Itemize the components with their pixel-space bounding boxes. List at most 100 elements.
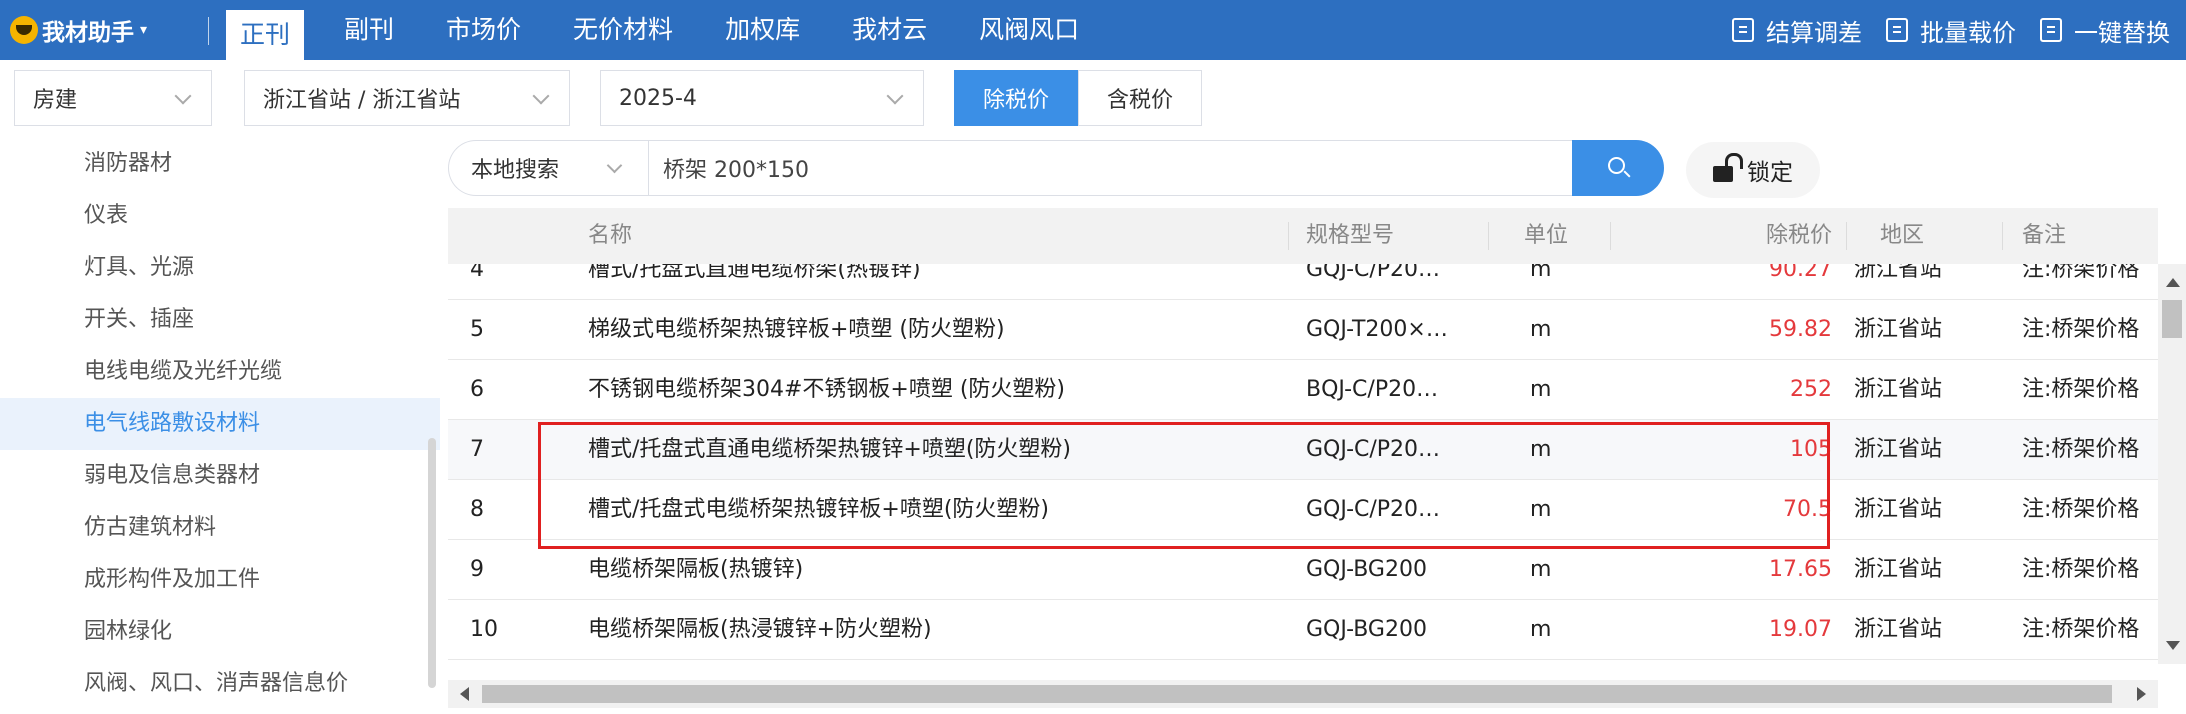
- table-body: 4 槽式/托盘式直通电缆桥架(热镀锌) GQJ-C/P20… m 90.27 浙…: [448, 264, 2158, 664]
- column-divider: [1610, 222, 1611, 250]
- spec-model: GQJ-C/P20…: [1306, 264, 1441, 282]
- toolbar: 结算调差 批量载价 一键替换: [1708, 0, 2170, 60]
- sidebar-item-fire-equipment[interactable]: 消防器材: [0, 138, 440, 190]
- spec-model: BQJ-C/P20…: [1306, 377, 1439, 402]
- nav-tab-weighted-library[interactable]: 加权库: [713, 0, 812, 60]
- sidebar-scrollbar[interactable]: [428, 438, 436, 688]
- price: 252: [1790, 377, 1832, 402]
- sidebar-item-instruments[interactable]: 仪表: [0, 190, 440, 242]
- scroll-left-icon[interactable]: [460, 687, 469, 701]
- table-vertical-scrollbar[interactable]: [2158, 264, 2186, 664]
- nav-tab-unpriced-materials[interactable]: 无价材料: [561, 0, 685, 60]
- nav-tab-fukan[interactable]: 副刊: [332, 0, 406, 60]
- table-row[interactable]: 4 槽式/托盘式直通电缆桥架(热镀锌) GQJ-C/P20… m 90.27 浙…: [448, 264, 2158, 300]
- table-row[interactable]: 8 槽式/托盘式电缆桥架热镀锌板+喷塑(防火塑粉) GQJ-C/P20… m 7…: [448, 480, 2158, 540]
- nav-tab-dampers-vents[interactable]: 风阀风口: [967, 0, 1091, 60]
- region-value: 浙江省站 / 浙江省站: [263, 88, 461, 113]
- replace-icon: [2040, 18, 2062, 42]
- sidebar-item-formed-components[interactable]: 成形构件及加工件: [0, 554, 440, 606]
- column-header-region[interactable]: 地区: [1880, 208, 1924, 264]
- batch-load-icon: [1886, 18, 1908, 42]
- spec-model: GQJ-T200×…: [1306, 317, 1448, 342]
- region: 浙江省站: [1854, 377, 1943, 402]
- column-divider: [1846, 222, 1847, 250]
- column-divider: [1288, 222, 1289, 250]
- scroll-up-icon[interactable]: [2166, 278, 2180, 287]
- brand-name: 我材助手: [42, 20, 134, 46]
- scroll-down-icon[interactable]: [2166, 641, 2180, 650]
- column-header-name[interactable]: 名称: [588, 208, 632, 264]
- category-select[interactable]: 房建: [14, 70, 212, 126]
- note: 注:桥架价格: [2022, 437, 2140, 462]
- column-header-note[interactable]: 备注: [2022, 208, 2066, 264]
- region: 浙江省站: [1854, 497, 1943, 522]
- tax-included-button[interactable]: 含税价: [1078, 70, 1203, 126]
- note: 注:桥架价格: [2022, 264, 2140, 282]
- table-row[interactable]: 10 电缆桥架隔板(热浸镀锌+防火塑粉) GQJ-BG200 m 19.07 浙…: [448, 600, 2158, 660]
- sidebar-item-dampers-info[interactable]: 风阀、风口、消声器信息价: [0, 658, 440, 710]
- sidebar-item-landscaping[interactable]: 园林绿化: [0, 606, 440, 658]
- unit: m: [1530, 317, 1552, 342]
- settlement-adjust-label: 结算调差: [1766, 18, 1862, 47]
- price: 90.27: [1769, 264, 1832, 282]
- unit: m: [1530, 497, 1552, 522]
- nav-tab-material-cloud[interactable]: 我材云: [840, 0, 939, 60]
- search-bar: 本地搜索: [448, 140, 1572, 196]
- column-header-price[interactable]: 除税价: [1712, 208, 1832, 264]
- table-horizontal-scrollbar[interactable]: [448, 680, 2158, 708]
- one-click-replace-button[interactable]: 一键替换: [2040, 13, 2170, 48]
- table-row[interactable]: 7 槽式/托盘式直通电缆桥架热镀锌+喷塑(防火塑粉) GQJ-C/P20… m …: [448, 420, 2158, 480]
- period-value: 2025-4: [619, 85, 697, 111]
- row-number: 9: [470, 557, 484, 582]
- scroll-right-icon[interactable]: [2137, 687, 2146, 701]
- brand-menu[interactable]: 我材助手 ▾: [10, 0, 147, 60]
- search-scope-select[interactable]: 本地搜索: [449, 141, 649, 195]
- table-row[interactable]: 9 电缆桥架隔板(热镀锌) GQJ-BG200 m 17.65 浙江省站 注:桥…: [448, 540, 2158, 600]
- chevron-down-icon: [606, 157, 623, 174]
- one-click-replace-label: 一键替换: [2074, 18, 2170, 47]
- sidebar-item-antique-building[interactable]: 仿古建筑材料: [0, 502, 440, 554]
- chevron-down-icon: ▾: [140, 22, 148, 38]
- price: 59.82: [1769, 317, 1832, 342]
- unit: m: [1530, 437, 1552, 462]
- lock-button[interactable]: 锁定: [1686, 142, 1820, 198]
- row-number: 8: [470, 497, 484, 522]
- search-input[interactable]: [649, 141, 1572, 195]
- nav-tab-zhengkan[interactable]: 正刊: [226, 10, 305, 60]
- note: 注:桥架价格: [2022, 557, 2140, 582]
- row-number: 10: [470, 617, 498, 642]
- settlement-adjust-button[interactable]: 结算调差: [1732, 13, 1862, 48]
- note: 注:桥架价格: [2022, 497, 2140, 522]
- sidebar-item-lighting[interactable]: 灯具、光源: [0, 242, 440, 294]
- sidebar-item-switches-sockets[interactable]: 开关、插座: [0, 294, 440, 346]
- note: 注:桥架价格: [2022, 377, 2140, 402]
- row-number: 6: [470, 377, 484, 402]
- unit: m: [1530, 557, 1552, 582]
- lock-label: 锁定: [1747, 160, 1793, 186]
- region-select[interactable]: 浙江省站 / 浙江省站: [244, 70, 570, 126]
- bee-logo-icon: [10, 16, 38, 44]
- price: 17.65: [1769, 557, 1832, 582]
- unlock-icon: [1713, 166, 1733, 182]
- table-row[interactable]: 5 梯级式电缆桥架热镀锌板+喷塑 (防火塑粉) GQJ-T200×… m 59.…: [448, 300, 2158, 360]
- table-row[interactable]: 6 不锈钢电缆桥架304#不锈钢板+喷塑 (防火塑粉) BQJ-C/P20… m…: [448, 360, 2158, 420]
- scroll-thumb[interactable]: [482, 685, 2112, 703]
- region: 浙江省站: [1854, 437, 1943, 462]
- column-header-spec[interactable]: 规格型号: [1306, 208, 1394, 264]
- chevron-down-icon: [532, 87, 550, 105]
- sidebar-item-wiring-materials[interactable]: 电气线路敷设材料: [0, 398, 440, 450]
- category-value: 房建: [33, 88, 78, 113]
- nav-tab-market-price[interactable]: 市场价: [434, 0, 533, 60]
- batch-load-price-button[interactable]: 批量载价: [1886, 13, 2016, 48]
- top-nav-bar: 我材助手 ▾ 正刊 副刊 市场价 无价材料 加权库 我材云 风阀风口 结算调差 …: [0, 0, 2186, 60]
- column-header-unit[interactable]: 单位: [1524, 208, 1568, 264]
- search-button[interactable]: [1572, 140, 1664, 196]
- scroll-thumb[interactable]: [2162, 300, 2182, 338]
- settlement-icon: [1732, 18, 1754, 42]
- tax-excluded-button[interactable]: 除税价: [954, 70, 1079, 126]
- note: 注:桥架价格: [2022, 617, 2140, 642]
- price: 105: [1790, 437, 1832, 462]
- period-select[interactable]: 2025-4: [600, 70, 924, 126]
- sidebar-item-cables[interactable]: 电线电缆及光纤光缆: [0, 346, 440, 398]
- sidebar-item-low-voltage[interactable]: 弱电及信息类器材: [0, 450, 440, 502]
